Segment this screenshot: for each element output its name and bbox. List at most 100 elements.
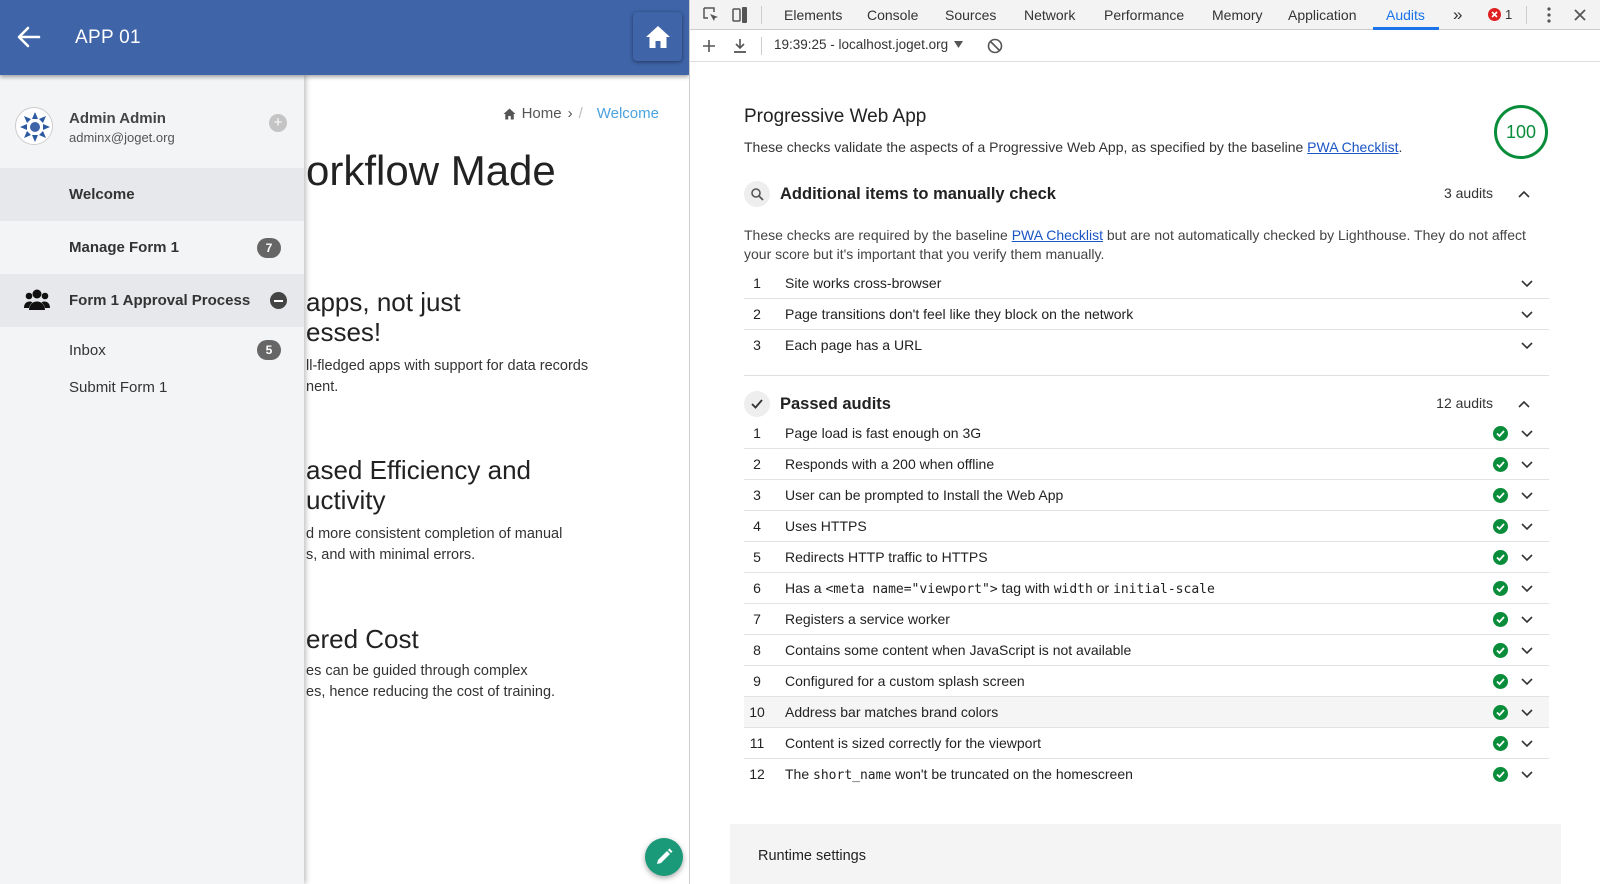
audit-row[interactable]: 7 Registers a service worker xyxy=(744,604,1549,635)
tab-performance[interactable]: Performance xyxy=(1104,0,1184,30)
report-selector[interactable]: 19:39:25 - localhost.joget.org xyxy=(774,37,964,52)
breadcrumb-home[interactable]: Home xyxy=(522,105,562,122)
feature-title: ased Efficiency and xyxy=(306,455,531,485)
pass-check-icon xyxy=(1493,736,1508,751)
audit-row[interactable]: 9 Configured for a custom splash screen xyxy=(744,666,1549,697)
passed-audits-header[interactable]: Passed audits 12 audits xyxy=(744,388,1549,422)
profile-name: Admin Admin xyxy=(69,110,166,127)
inspect-element-icon[interactable] xyxy=(702,6,720,24)
audit-row[interactable]: 3 Each page has a URL xyxy=(744,330,1549,361)
home-button[interactable] xyxy=(633,12,682,61)
edit-fab-button[interactable] xyxy=(645,838,683,876)
error-count[interactable]: 1 xyxy=(1505,0,1512,30)
kebab-menu-icon[interactable] xyxy=(1540,6,1558,24)
audit-row[interactable]: 5 Redirects HTTP traffic to HTTPS xyxy=(744,542,1549,573)
audit-row[interactable]: 10 Address bar matches brand colors xyxy=(744,697,1549,728)
audits-toolbar: 19:39:25 - localhost.joget.org xyxy=(690,30,1600,62)
chevron-down-icon[interactable] xyxy=(1520,737,1534,751)
user-profile: Admin Admin adminx@joget.org + xyxy=(0,75,304,168)
device-toolbar-icon[interactable] xyxy=(731,6,749,24)
chevron-down-icon[interactable] xyxy=(1520,277,1534,291)
tab-sources[interactable]: Sources xyxy=(945,0,996,30)
audit-code: initial-scale xyxy=(1113,582,1215,597)
audit-title: Site works cross-browser xyxy=(785,275,942,291)
chevron-down-icon[interactable] xyxy=(1520,613,1534,627)
audit-number: 7 xyxy=(753,611,761,627)
users-icon xyxy=(24,288,50,317)
drawer-item-approval-process[interactable]: Form 1 Approval Process xyxy=(0,274,304,327)
audit-row[interactable]: 1 Page load is fast enough on 3G xyxy=(744,418,1549,449)
devtools-panel: Elements Console Sources Network Perform… xyxy=(689,0,1600,884)
tab-audits[interactable]: Audits xyxy=(1386,0,1425,30)
audit-number: 2 xyxy=(753,456,761,472)
toolbar-divider xyxy=(761,37,762,55)
chevron-down-icon[interactable] xyxy=(1520,551,1534,565)
tab-network[interactable]: Network xyxy=(1024,0,1075,30)
audit-row[interactable]: 6 Has a <meta name="viewport"> tag with w… xyxy=(744,573,1549,604)
chevron-down-icon[interactable] xyxy=(1520,644,1534,658)
more-tabs-button[interactable]: » xyxy=(1453,0,1462,30)
error-icon[interactable] xyxy=(1488,8,1501,21)
feature-title: apps, not just xyxy=(306,287,461,317)
chevron-down-icon[interactable] xyxy=(1520,706,1534,720)
chevron-down-icon[interactable] xyxy=(1520,768,1534,782)
audit-title: Registers a service worker xyxy=(785,611,950,627)
drawer-item-submit-form[interactable]: Submit Form 1 xyxy=(0,367,304,407)
drawer-item-welcome[interactable]: Welcome xyxy=(0,168,304,221)
tab-memory[interactable]: Memory xyxy=(1212,0,1263,30)
audit-number: 11 xyxy=(749,735,765,751)
download-icon[interactable] xyxy=(731,37,749,55)
devtools-tabbar: Elements Console Sources Network Perform… xyxy=(690,0,1600,30)
pass-check-icon xyxy=(1493,519,1508,534)
chevron-down-icon[interactable] xyxy=(1520,427,1534,441)
audit-row[interactable]: 2 Responds with a 200 when offline xyxy=(744,449,1549,480)
feature-text: es, hence reducing the cost of training. xyxy=(306,684,556,700)
chevron-down-icon[interactable] xyxy=(1520,582,1534,596)
chevron-down-icon[interactable] xyxy=(1520,675,1534,689)
audit-number: 8 xyxy=(753,642,761,658)
back-arrow-icon[interactable] xyxy=(14,22,44,52)
tab-elements[interactable]: Elements xyxy=(784,0,842,30)
feature-text: ll-fledged apps with support for data re… xyxy=(306,358,589,374)
collapse-icon[interactable] xyxy=(270,292,287,309)
audit-title: Has a <meta name="viewport"> tag with wi… xyxy=(785,580,1215,597)
audit-title: Each page has a URL xyxy=(785,337,922,353)
audit-row[interactable]: 11 Content is sized correctly for the vie… xyxy=(744,728,1549,759)
drawer-item-manage-form[interactable]: Manage Form 1 7 xyxy=(0,221,304,274)
chevron-down-icon[interactable] xyxy=(1520,458,1534,472)
audit-row[interactable]: 12 The short_name won't be truncated on t… xyxy=(744,759,1549,790)
audit-row[interactable]: 1 Site works cross-browser xyxy=(744,268,1549,299)
pwa-checklist-link[interactable]: PWA Checklist xyxy=(1307,139,1398,155)
audit-row[interactable]: 2 Page transitions don't feel like they … xyxy=(744,299,1549,330)
clear-icon[interactable] xyxy=(986,37,1004,55)
chevron-up-icon[interactable] xyxy=(1517,187,1531,201)
chevron-up-icon[interactable] xyxy=(1517,397,1531,411)
audit-number: 9 xyxy=(753,673,761,689)
chevron-down-icon[interactable] xyxy=(1520,520,1534,534)
audit-row[interactable]: 4 Uses HTTPS xyxy=(744,511,1549,542)
close-icon[interactable] xyxy=(1571,6,1589,24)
new-audit-icon[interactable] xyxy=(700,37,718,55)
chevron-down-icon[interactable] xyxy=(1520,339,1534,353)
feature-text: d more consistent completion of manual xyxy=(306,526,563,542)
drawer-item-label: Welcome xyxy=(69,186,135,203)
add-icon[interactable]: + xyxy=(269,114,287,132)
audit-number: 12 xyxy=(749,766,765,782)
pass-check-icon xyxy=(1493,643,1508,658)
group-divider xyxy=(744,375,1549,376)
pwa-checklist-link[interactable]: PWA Checklist xyxy=(1012,227,1103,243)
pass-check-icon xyxy=(1493,488,1508,503)
report-selector-label: 19:39:25 - localhost.joget.org xyxy=(774,37,949,52)
audit-row[interactable]: 3 User can be prompted to Install the Web… xyxy=(744,480,1549,511)
group-count: 12 audits xyxy=(1436,395,1493,411)
tab-application[interactable]: Application xyxy=(1288,0,1357,30)
audit-row[interactable]: 8 Contains some content when JavaScript i… xyxy=(744,635,1549,666)
feature-text: nent. xyxy=(306,379,339,395)
chevron-down-icon[interactable] xyxy=(1520,308,1534,322)
manual-checks-header[interactable]: Additional items to manually check 3 aud… xyxy=(744,178,1549,212)
avatar[interactable] xyxy=(15,107,53,145)
chevron-down-icon[interactable] xyxy=(1520,489,1534,503)
breadcrumb-separator: › xyxy=(567,105,573,122)
tab-console[interactable]: Console xyxy=(867,0,918,30)
group-count: 3 audits xyxy=(1443,185,1493,201)
